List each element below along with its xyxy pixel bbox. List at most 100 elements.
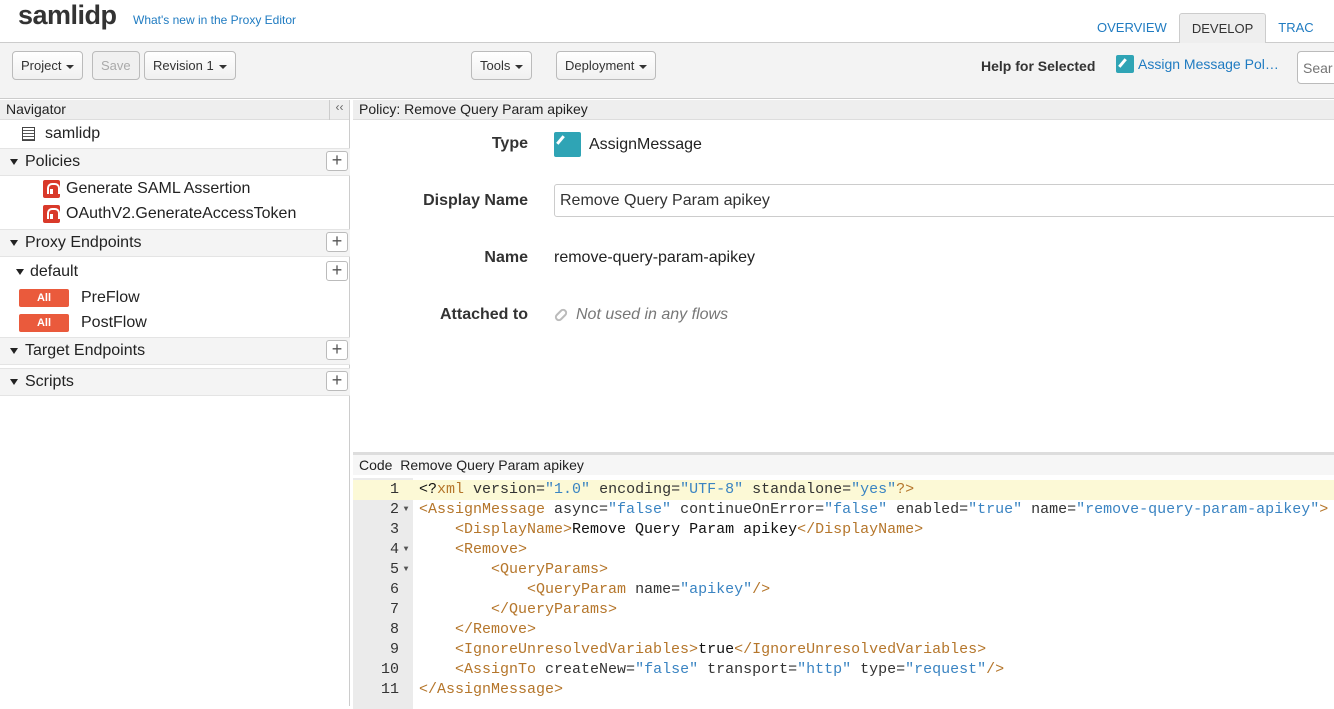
code-token: "false" [608,501,672,518]
code-token: enabled= [887,501,969,518]
code-token: > [1319,501,1329,518]
code-text: <Remove> [419,540,527,560]
lock-icon [43,205,60,223]
name-label: Name [484,249,528,266]
link-icon [553,306,569,323]
nav-root-item[interactable]: samlidp [0,125,350,145]
code-line[interactable]: 4 ▼ <Remove> [353,540,1334,560]
nav-section-label: Policies [25,153,81,170]
whats-new-link[interactable]: What's new in the Proxy Editor [133,13,296,27]
search-input[interactable] [1297,51,1334,84]
triangle-down-icon [10,347,18,354]
line-number: 2 [389,501,399,518]
code-line[interactable]: 11 </AssignMessage> [353,680,1334,700]
line-number: 6 [389,581,399,598]
code-line[interactable]: 8 </Remove> [353,620,1334,640]
tab-develop[interactable]: DEVELOP [1178,13,1267,43]
code-text: </Remove> [419,620,536,640]
code-line[interactable]: 7 </QueryParams> [353,600,1334,620]
all-badge: All [19,289,69,307]
type-label: Type [491,135,528,152]
nav-root-label: samlidp [45,125,101,142]
triangle-down-icon [16,268,24,275]
add-policy-button[interactable]: + [326,151,348,171]
add-flow-button[interactable]: + [326,261,348,281]
tools-menu-button[interactable]: Tools [471,51,533,80]
nav-section-label: Target Endpoints [25,342,146,359]
tools-label: Tools [480,58,511,73]
nav-section-scripts[interactable]: Scripts + [0,368,350,396]
project-menu-button[interactable]: Project [12,51,84,80]
code-token: </QueryParams> [491,601,618,618]
code-token: /> [752,581,771,598]
code-token: xml [437,481,465,498]
triangle-down-icon [10,158,18,165]
display-name-field[interactable] [554,184,1334,217]
policy-panel: Policy: Remove Query Param apikey Type A… [353,100,1334,452]
all-badge: All [19,314,69,332]
fold-arrow-icon[interactable]: ▼ [399,540,413,560]
code-panel: Code Remove Query Param apikey 1 <?xml ve… [353,452,1334,709]
code-token: true [698,641,735,658]
chevron-down-icon [515,64,524,69]
nav-flow-label: PostFlow [81,314,147,332]
help-link[interactable]: Assign Message Pol… [1116,55,1279,73]
code-header-label: Code [359,457,393,473]
tab-overview[interactable]: OVERVIEW [1085,13,1179,43]
code-token: </IgnoreUnresolvedVariables> [734,641,987,658]
save-button[interactable]: Save [92,51,140,80]
code-token: <AssignMessage [419,501,546,518]
code-token: /> [986,661,1005,678]
code-token: "1.0" [545,481,591,498]
nav-policy-item[interactable]: OAuthV2.GenerateAccessToken [0,205,350,227]
attached-to-value: Not used in any flows [553,306,729,324]
code-token: async= [545,501,609,518]
code-token: type= [851,661,906,678]
code-line[interactable]: 9 <IgnoreUnresolvedVariables>true</Ignor… [353,640,1334,660]
code-line[interactable]: 10 <AssignTo createNew="false" transport… [353,660,1334,680]
collapse-navigator-button[interactable]: ‹‹ [329,100,349,120]
nav-policy-label: OAuthV2.GenerateAccessToken [66,205,297,223]
deployment-menu-button[interactable]: Deployment [556,51,657,80]
revision-menu-button[interactable]: Revision 1 [144,51,236,80]
line-number: 11 [380,681,399,698]
nav-flow-label: PreFlow [81,289,140,307]
triangle-down-icon [10,378,18,385]
revision-label: Revision 1 [153,58,214,73]
code-token: version= [464,481,546,498]
nav-policy-item[interactable]: Generate SAML Assertion [0,180,350,202]
app-header: samlidp What's new in the Proxy Editor O… [0,0,1334,43]
code-text: </QueryParams> [419,600,617,620]
add-proxy-endpoint-button[interactable]: + [326,232,348,252]
type-value-text: AssignMessage [589,135,702,153]
nav-flow-postflow[interactable]: All PostFlow [0,314,350,336]
fold-arrow-icon[interactable]: ▼ [399,560,413,580]
code-text: <QueryParam name="apikey"/> [419,580,770,600]
code-text: <QueryParams> [419,560,608,580]
code-token: "apikey" [680,581,753,598]
code-line[interactable]: 1 <?xml version="1.0" encoding="UTF-8" st… [353,480,1334,500]
help-for-selected-label: Help for Selected [981,58,1096,74]
nav-flow-preflow[interactable]: All PreFlow [0,289,350,311]
nav-section-policies[interactable]: Policies + [0,148,350,176]
code-token: "false" [635,661,699,678]
add-target-endpoint-button[interactable]: + [326,340,348,360]
code-line[interactable]: 5 ▼ <QueryParams> [353,560,1334,580]
tab-trace[interactable]: TRAC [1266,13,1325,43]
nav-endpoint-default[interactable]: default + [0,259,350,287]
attached-to-text: Not used in any flows [576,306,729,323]
add-script-button[interactable]: + [326,371,348,391]
deployment-label: Deployment [565,58,635,73]
code-token: transport= [698,661,798,678]
code-line[interactable]: 2 ▼ <AssignMessage async="false" continueO… [353,500,1334,520]
nav-section-target-endpoints[interactable]: Target Endpoints + [0,337,350,365]
attached-to-label: Attached to [440,306,528,323]
nav-section-proxy-endpoints[interactable]: Proxy Endpoints + [0,229,350,257]
fold-arrow-icon[interactable]: ▼ [399,500,413,520]
code-token: encoding= [590,481,681,498]
code-line[interactable]: 3 <DisplayName>Remove Query Param apikey… [353,520,1334,540]
code-line[interactable]: 6 <QueryParam name="apikey"/> [353,580,1334,600]
